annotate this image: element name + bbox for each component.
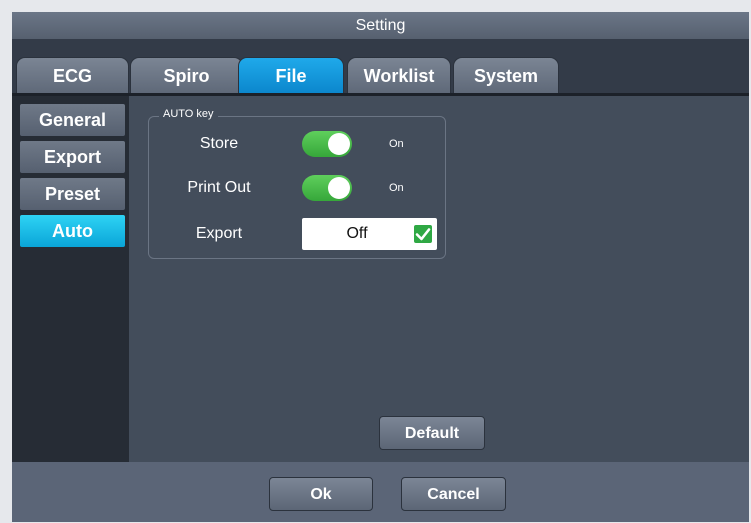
tab-bar: ECG Spiro File Worklist System [12, 39, 749, 94]
window-title: Setting [12, 12, 749, 39]
ok-button[interactable]: Ok [269, 477, 373, 511]
sidebar: General Export Preset Auto [12, 96, 129, 462]
sidebar-item-general[interactable]: General [20, 104, 125, 136]
store-toggle[interactable] [302, 131, 352, 157]
settings-window: Setting ECG Spiro File Worklist System G… [12, 12, 749, 522]
export-select[interactable]: Off [302, 218, 437, 250]
tab-spiro[interactable]: Spiro [130, 57, 243, 94]
toggle-knob [328, 177, 350, 199]
checkmark-icon[interactable] [414, 225, 432, 243]
tab-ecg[interactable]: ECG [16, 57, 129, 94]
bottom-bar: Ok Cancel [12, 462, 749, 522]
print-out-label: Print Out [187, 179, 251, 196]
tab-worklist[interactable]: Worklist [347, 57, 451, 94]
sidebar-item-preset[interactable]: Preset [20, 178, 125, 210]
content-panel: AUTO key Store On Print Out On Export Of… [129, 96, 749, 462]
export-label: Export [195, 225, 243, 242]
auto-key-group: AUTO key Store On Print Out On Export Of… [148, 108, 446, 259]
sidebar-item-export[interactable]: Export [20, 141, 125, 173]
tab-file[interactable]: File [238, 57, 344, 94]
export-value: Off [346, 225, 368, 242]
print-out-state: On [389, 182, 404, 194]
store-state: On [389, 138, 404, 150]
cancel-button[interactable]: Cancel [401, 477, 506, 511]
sidebar-item-auto[interactable]: Auto [20, 215, 125, 247]
group-title: AUTO key [159, 108, 218, 120]
toggle-knob [328, 133, 350, 155]
store-label: Store [199, 135, 239, 152]
default-button[interactable]: Default [379, 416, 485, 450]
print-out-toggle[interactable] [302, 175, 352, 201]
tab-system[interactable]: System [453, 57, 559, 94]
